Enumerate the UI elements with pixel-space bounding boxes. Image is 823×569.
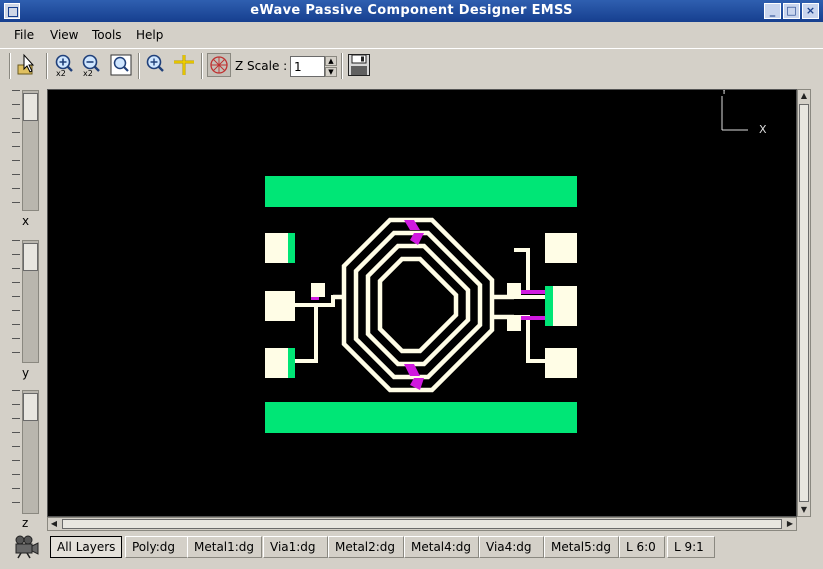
select-tool-icon[interactable] bbox=[16, 53, 40, 77]
menu-view[interactable]: View bbox=[50, 28, 78, 42]
window-title: eWave Passive Component Designer EMSS bbox=[250, 3, 573, 18]
axis-indicator: Y X bbox=[720, 86, 767, 136]
zscale-input[interactable] bbox=[290, 56, 325, 77]
y-slider-label: y bbox=[22, 366, 30, 380]
scroll-left-arrow[interactable]: ◀ bbox=[48, 518, 60, 530]
layer-tab-poly[interactable]: Poly:dg bbox=[125, 536, 190, 558]
layer-tab-metal2[interactable]: Metal2:dg bbox=[328, 536, 404, 558]
layer-tab-metal5[interactable]: Metal5:dg bbox=[544, 536, 619, 558]
x-slider-label: x bbox=[22, 214, 30, 228]
layout-canvas[interactable]: Y X bbox=[47, 86, 797, 517]
zscale-label: Z Scale : bbox=[235, 59, 288, 73]
toolbar: x2 x2 Z Scale: 1 ▲ ▼ bbox=[0, 48, 823, 84]
z-slider-label: z bbox=[22, 516, 29, 530]
toolbar-separator bbox=[9, 53, 11, 79]
y-slider[interactable] bbox=[12, 240, 42, 363]
axis-y-label: Y bbox=[720, 90, 728, 97]
save-icon[interactable] bbox=[347, 53, 371, 77]
right-pad-middle-metal bbox=[545, 286, 553, 326]
axis-x-label: X bbox=[759, 123, 767, 136]
layer-tab-bar: All Layers Poly:dg Metal1:dg Via1:dg Met… bbox=[47, 536, 817, 560]
left-pad-middle[interactable] bbox=[265, 291, 295, 321]
bottom-ground-bar[interactable] bbox=[265, 402, 577, 433]
maximize-button[interactable]: □ bbox=[783, 3, 800, 19]
toolbar-separator bbox=[46, 53, 48, 79]
y-slider-thumb[interactable] bbox=[23, 243, 38, 271]
camera-icon[interactable] bbox=[13, 535, 39, 559]
zoom-fit-icon[interactable] bbox=[109, 53, 133, 77]
menu-bar: File View Tools Help bbox=[0, 22, 823, 48]
zoom-out-badge: x2 bbox=[83, 69, 93, 78]
x-slider-thumb[interactable] bbox=[23, 93, 38, 121]
close-button[interactable]: × bbox=[802, 3, 819, 19]
vertical-scrollbar[interactable]: ▲ ▼ bbox=[797, 89, 811, 517]
rotate-3d-icon[interactable] bbox=[207, 53, 231, 77]
x-slider[interactable] bbox=[12, 90, 42, 211]
zoom-in-badge: x2 bbox=[56, 69, 66, 78]
menu-tools[interactable]: Tools bbox=[92, 28, 122, 42]
z-slider[interactable] bbox=[12, 390, 42, 514]
spiral-inductor[interactable] bbox=[333, 217, 514, 393]
z-slider-thumb[interactable] bbox=[23, 393, 38, 421]
layer-tab-l9[interactable]: L 9:1 bbox=[667, 536, 715, 558]
y-slider-ticks bbox=[12, 240, 20, 363]
horizontal-scroll-thumb[interactable] bbox=[62, 519, 782, 529]
right-pad-top[interactable] bbox=[545, 233, 577, 263]
x-slider-ticks bbox=[12, 90, 20, 211]
top-ground-bar[interactable] bbox=[265, 176, 577, 207]
minimize-button[interactable]: _ bbox=[764, 3, 781, 19]
layer-tab-metal4[interactable]: Metal4:dg bbox=[404, 536, 479, 558]
pan-tool-icon[interactable] bbox=[172, 53, 196, 77]
toolbar-separator bbox=[201, 53, 203, 79]
z-slider-ticks bbox=[12, 390, 20, 514]
toolbar-separator bbox=[138, 53, 140, 79]
left-pad-top-metal bbox=[288, 233, 295, 263]
layer-tab-metal1[interactable]: Metal1:dg bbox=[187, 536, 262, 558]
toolbar-separator bbox=[341, 53, 343, 79]
layer-tab-via1[interactable]: Via1:dg bbox=[263, 536, 328, 558]
zscale-down-button[interactable]: ▼ bbox=[325, 67, 337, 77]
scroll-up-arrow[interactable]: ▲ bbox=[799, 90, 809, 102]
menu-file[interactable]: File bbox=[14, 28, 34, 42]
layer-tab-via4[interactable]: Via4:dg bbox=[479, 536, 544, 558]
scroll-right-arrow[interactable]: ▶ bbox=[784, 518, 796, 530]
vertical-scroll-thumb[interactable] bbox=[799, 104, 809, 502]
left-feed-traces bbox=[295, 290, 335, 363]
horizontal-scrollbar[interactable]: ◀ ▶ bbox=[47, 517, 797, 531]
scroll-down-arrow[interactable]: ▼ bbox=[799, 504, 809, 516]
magnifier-icon[interactable] bbox=[144, 53, 168, 77]
layer-tab-all[interactable]: All Layers bbox=[50, 536, 123, 558]
right-pad-bottom[interactable] bbox=[545, 348, 577, 378]
title-bar: eWave Passive Component Designer EMSS _ … bbox=[0, 0, 823, 22]
right-feed-traces bbox=[514, 248, 545, 363]
layer-tab-l6[interactable]: L 6:0 bbox=[619, 536, 665, 558]
menu-help[interactable]: Help bbox=[136, 28, 163, 42]
left-pad-bottom-metal bbox=[288, 348, 295, 378]
zscale-up-button[interactable]: ▲ bbox=[325, 56, 337, 66]
